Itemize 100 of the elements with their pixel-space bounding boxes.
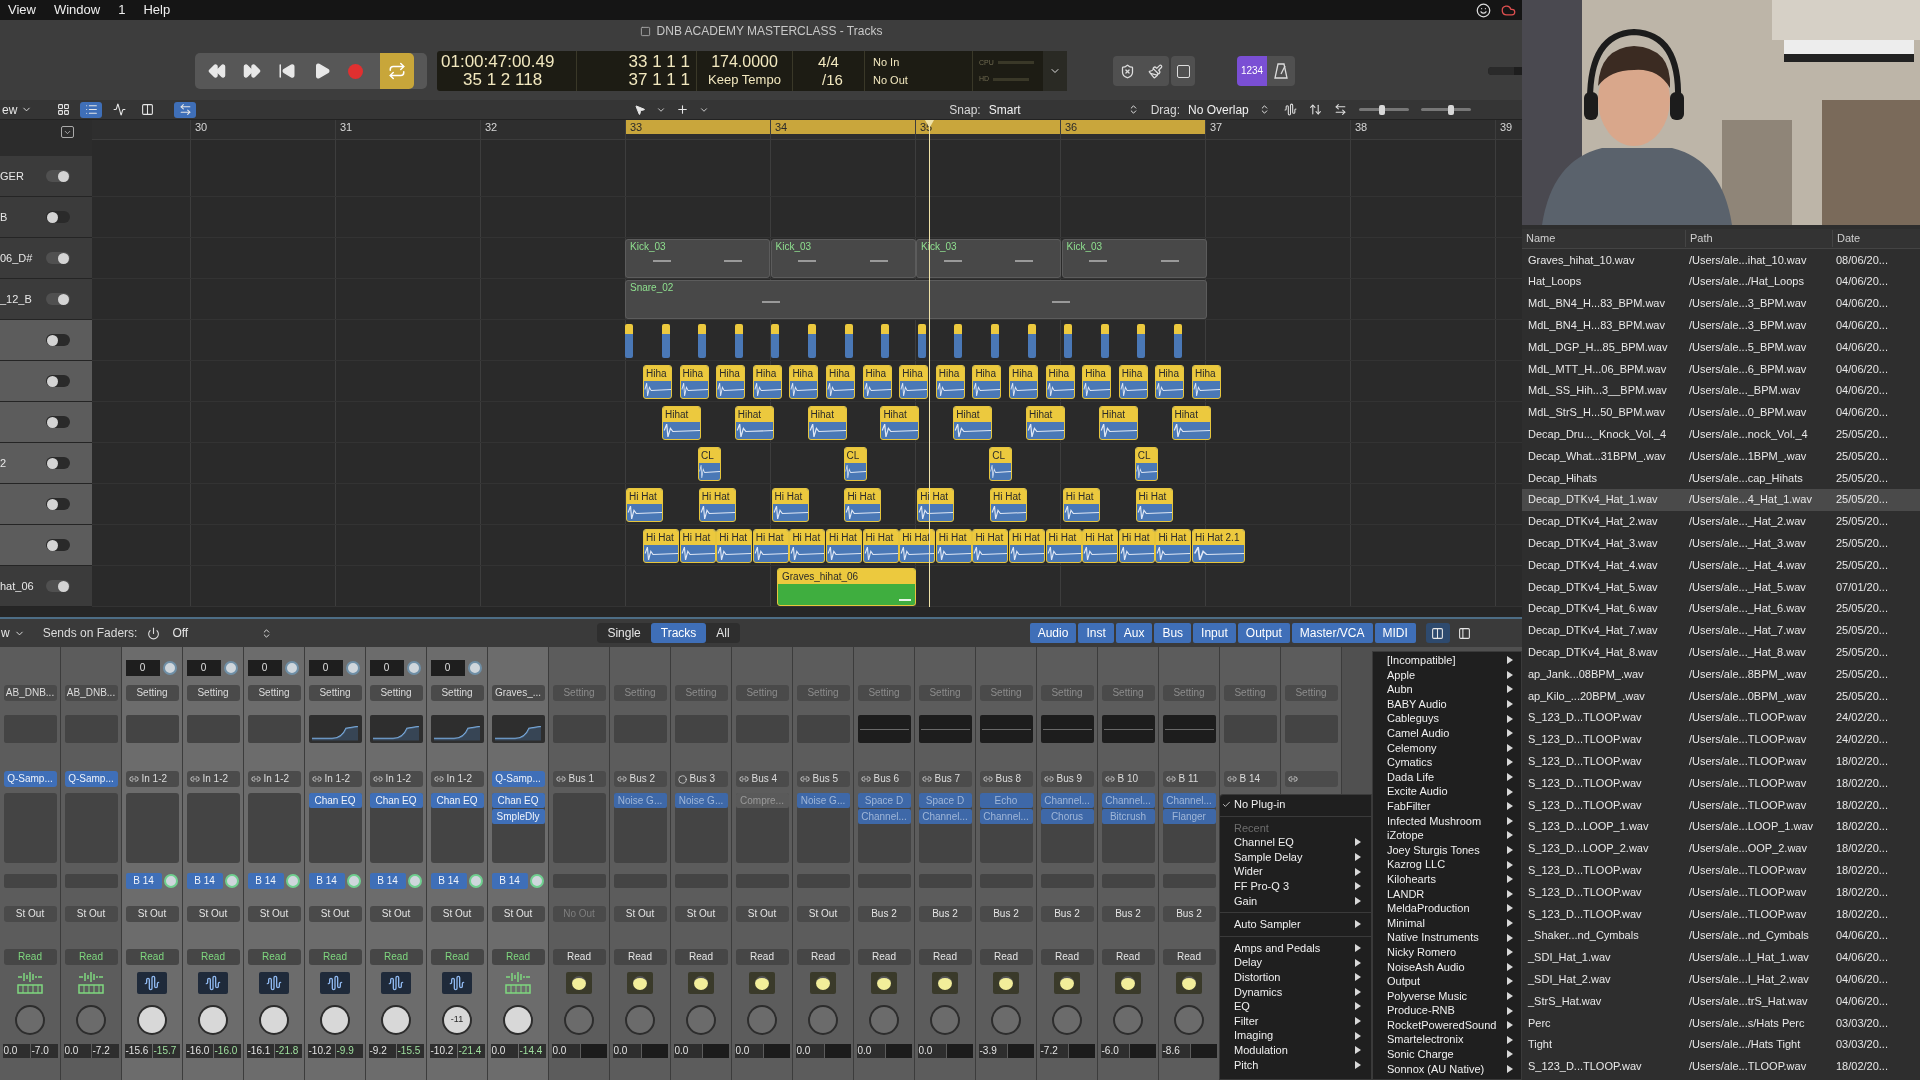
menu-item[interactable]: Dada Life [1373,769,1521,785]
automation-mode[interactable]: Read [735,949,789,965]
input-slot[interactable]: In 1-2 [186,771,240,787]
filter-tab[interactable]: Inst [1078,623,1114,643]
menu-item[interactable]: Kazrog LLC [1373,857,1521,872]
audio-region[interactable]: Hihat [1098,406,1138,440]
send-slot[interactable]: B 14 [186,873,223,889]
track-on-switch[interactable] [46,293,70,305]
eq-thumbnail[interactable] [918,715,972,743]
menu-item[interactable]: Nicky Romero [1373,944,1521,960]
audio-region[interactable]: CL [698,447,721,481]
gain-field[interactable]: 0 [369,660,404,676]
menu-item[interactable]: Cableguys [1373,711,1521,726]
browser-row[interactable]: S_123_D...TLOOP.wav /Users/ale...TLOOP.wav 18/02/20... [1522,859,1920,882]
input-slot[interactable]: In 1-2 [125,771,179,787]
output-slot[interactable]: St Out [125,906,179,922]
audio-region[interactable]: Hi Hat [972,529,1009,563]
audio-region[interactable]: Hi Hat [752,529,789,563]
input-slot[interactable]: B 11 [1162,771,1216,787]
browser-row[interactable]: S_123_D...TLOOP.wav /Users/ale...TLOOP.wav 18/02/20... [1522,772,1920,794]
pan-knob[interactable]: -11 [442,1005,472,1035]
eq-thumbnail[interactable] [125,715,179,743]
menu-item[interactable]: Native Instruments [1373,930,1521,945]
filter-tab[interactable]: Output [1237,623,1290,643]
audio-region[interactable]: Hi Hat [844,488,882,522]
audio-region[interactable]: Hihat [953,406,993,440]
filter-tab[interactable]: Master/VCA [1291,623,1373,643]
browser-row[interactable]: MdL_MTT_H...06_BPM.wav /Users/ale...6_BPM.wav 04/06/20... [1522,358,1920,380]
automation-mode[interactable]: Read [125,949,179,965]
audio-region[interactable]: Hihat [734,406,774,440]
audio-region[interactable]: Hihat [1026,406,1065,440]
audio-region[interactable]: Hi Hat [1155,529,1192,563]
input-slot[interactable]: B 10 [1101,771,1155,787]
eq-thumbnail[interactable] [3,715,57,743]
output-slot[interactable]: St Out [430,906,484,922]
track-on-switch[interactable] [46,170,70,182]
track-on-switch[interactable] [46,416,70,428]
audio-region[interactable]: CL [843,447,867,481]
menu-item[interactable]: 1 [118,0,126,20]
audio-region[interactable] [771,324,780,358]
send-knob[interactable] [285,874,300,888]
send-knob[interactable] [407,874,422,888]
audio-region[interactable]: Kick_03 [770,239,916,278]
output-slot[interactable]: Bus 2 [979,906,1033,922]
mode-tab[interactable]: All [706,623,740,643]
audio-region[interactable]: CL [1134,447,1158,481]
menu-item[interactable]: Modulation [1220,1042,1371,1058]
input-slot[interactable] [1284,771,1338,787]
plugin-slot[interactable]: SmpleDly [491,809,545,824]
output-slot[interactable]: St Out [186,906,240,922]
browser-row[interactable]: S_123_D...TLOOP.wav /Users/ale...TLOOP.wav 18/02/20... [1522,1055,1920,1078]
menu-item[interactable]: Camel Audio [1373,725,1521,741]
track-header[interactable]: 2 [0,443,92,484]
input-slot[interactable]: In 1-2 [369,771,423,787]
eq-thumbnail[interactable] [369,715,423,743]
eq-thumbnail[interactable] [1101,715,1155,743]
column-header[interactable]: Name [1522,230,1685,247]
setting-button[interactable]: Setting [247,685,301,701]
browser-row[interactable]: S_123_D...LOOP_2.wav /Users/ale...OOP_2.wav 18/02/20... [1522,837,1920,860]
columns-button[interactable] [1425,623,1450,643]
audio-region[interactable]: Kick_03 [625,239,770,278]
instrument-slot[interactable]: Q-Samp... [491,771,545,787]
plus-icon[interactable] [676,103,690,116]
mode-tab[interactable]: Single [597,623,651,643]
automation-mode[interactable]: Read [979,949,1033,965]
audio-region[interactable]: Hiha [789,365,819,399]
view-menu[interactable]: w [0,624,25,642]
eq-thumbnail[interactable] [430,715,484,743]
browser-row[interactable]: _SDI_Hat_2.wav /Users/ale...I_Hat_2.wav 04/06/20... [1522,968,1920,991]
go-to-start-button[interactable] [277,62,296,80]
setting-button[interactable]: Setting [308,685,362,701]
input-slot[interactable]: Bus 6 [857,771,911,787]
browser-row[interactable]: S_123_D...TLOOP.wav /Users/ale...TLOOP.wav 18/02/20... [1522,902,1920,925]
browser-row[interactable]: ap_Jank...08BPM_.wav /Users/ale...8BPM_.wav 25/05/20... [1522,663,1920,685]
menu-item[interactable]: [Incompatible] [1373,653,1521,668]
send-knob[interactable] [224,874,239,888]
send-slot[interactable]: B 14 [308,873,345,889]
eq-thumbnail[interactable] [1162,715,1216,743]
automation-mode[interactable]: Read [796,949,850,965]
menu-item[interactable]: Gain [1220,893,1371,909]
send-knob[interactable] [529,874,544,888]
output-slot[interactable]: St Out [308,906,362,922]
audio-region[interactable]: Hiha [826,365,855,399]
browser-row[interactable]: MdL_BN4_H...83_BPM.wav /Users/ale...3_BPM.wav 04/06/20... [1522,314,1920,337]
automation-mode[interactable]: Read [1040,949,1094,965]
audio-region[interactable] [1064,324,1073,358]
output-slot[interactable]: St Out [491,906,545,922]
browser-row[interactable]: MdL_BN4_H...83_BPM.wav /Users/ale...3_BPM.wav 04/06/20... [1522,292,1920,315]
menu-item[interactable]: Celemony [1373,740,1521,756]
menu-item[interactable]: EQ [1220,999,1371,1014]
automation-mode[interactable]: Read [430,949,484,965]
eq-thumbnail[interactable] [186,715,240,743]
eq-thumbnail[interactable] [613,715,667,743]
input-slot[interactable]: Bus 4 [735,771,789,787]
browser-row[interactable]: Decap_DTKv4_Hat_2.wav /Users/ale..._Hat_2.wav 25/05/20... [1522,510,1920,533]
browser-row[interactable]: S_123_D...TLOOP.wav /Users/ale...TLOOP.wav 18/02/20... [1522,881,1920,903]
output-slot[interactable]: St Out [613,906,667,922]
audio-region[interactable] [844,324,853,358]
eq-thumbnail[interactable] [491,715,545,743]
track-header[interactable] [0,484,92,525]
